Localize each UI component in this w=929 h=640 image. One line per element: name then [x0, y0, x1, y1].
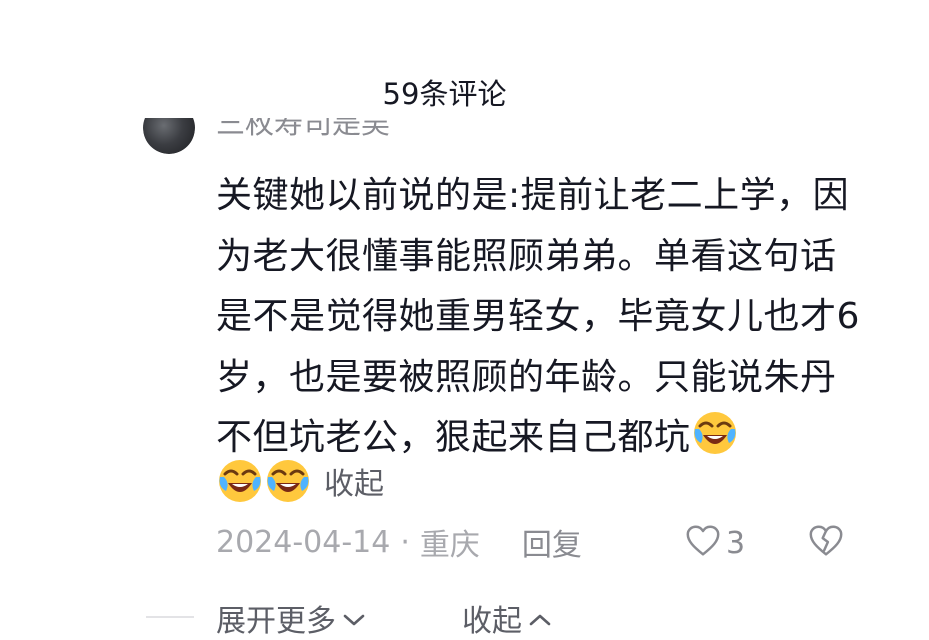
username-container[interactable]: 三枚寿司是吴 — [216, 118, 616, 140]
comment-meta: 2024-04-14 · 重庆 回复 — [216, 518, 582, 566]
laughing-crying-emoji-icon — [216, 457, 264, 505]
expand-more-label: 展开更多 — [216, 604, 336, 639]
avatar[interactable] — [143, 118, 195, 154]
broken-heart-icon[interactable] — [806, 522, 846, 564]
like-button[interactable]: 3 — [684, 522, 745, 564]
heart-icon — [684, 522, 722, 564]
comment-body: 关键她以前说的是:提前让老二上学，因为老大很懂事能照顾弟弟。单看这句话是不是觉得… — [216, 175, 860, 458]
chevron-down-icon — [342, 601, 366, 636]
comment-text: 关键她以前说的是:提前让老二上学，因为老大很懂事能照顾弟弟。单看这句话是不是觉得… — [216, 166, 866, 469]
expand-more-button[interactable]: 展开更多 — [216, 596, 366, 640]
collapse-replies-label: 收起 — [462, 604, 522, 639]
reply-button[interactable]: 回复 — [522, 520, 582, 564]
laughing-crying-emoji-icon — [264, 457, 312, 505]
comments-count-title: 59条评论 — [382, 77, 507, 111]
like-count: 3 — [726, 525, 746, 561]
collapse-replies-button[interactable]: 收起 — [462, 596, 552, 640]
comment-collapse-button[interactable]: 收起 — [324, 459, 384, 503]
comment-collapse-row: 收起 — [216, 454, 384, 508]
laughing-crying-emoji-icon — [691, 409, 739, 457]
username[interactable]: 三枚寿司是吴 — [216, 118, 390, 140]
comment-location: 重庆 — [419, 528, 480, 563]
replies-divider — [146, 616, 194, 618]
replies-footer: 展开更多 收起 — [0, 592, 929, 639]
comment-item: 三枚寿司是吴 关键她以前说的是:提前让老二上学，因为老大很懂事能照顾弟弟。单看这… — [0, 118, 929, 588]
chevron-up-icon — [528, 601, 552, 636]
comment-date: 2024-04-14 — [216, 524, 391, 560]
meta-separator: · — [400, 524, 410, 560]
